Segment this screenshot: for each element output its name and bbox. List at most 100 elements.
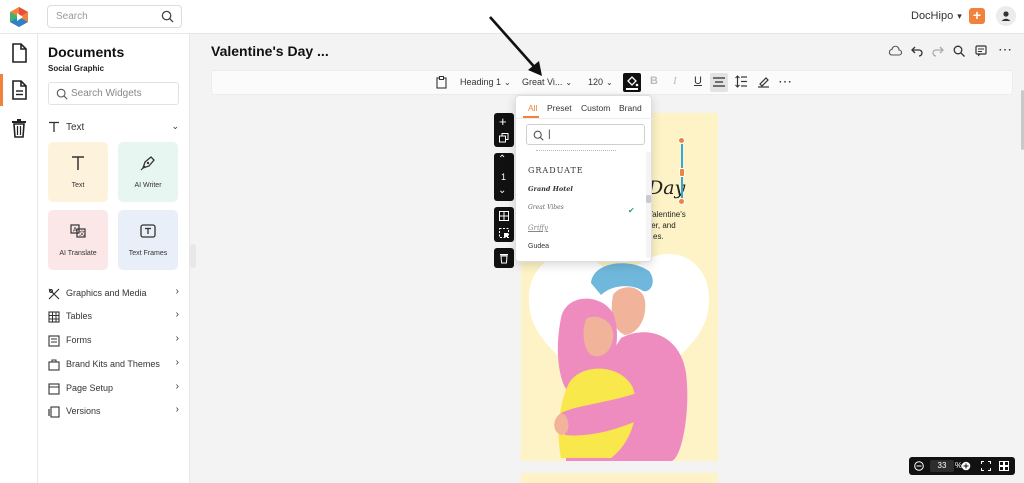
menu-forms[interactable]: Forms › xyxy=(48,333,179,349)
text-color-button[interactable] xyxy=(623,73,641,92)
text-frames-tile-label: Text Frames xyxy=(128,250,168,257)
widget-search-placeholder: Search Widgets xyxy=(71,88,142,99)
pen-icon xyxy=(118,154,178,175)
tab-brand[interactable]: Brand xyxy=(619,103,642,113)
italic-icon[interactable]: I xyxy=(673,75,677,87)
trash-icon[interactable] xyxy=(9,117,29,139)
translate-icon: A文 xyxy=(48,222,108,243)
zoom-value[interactable]: 33 xyxy=(930,460,954,472)
menu-brand-kits-and-themes[interactable]: Brand Kits and Themes › xyxy=(48,357,179,373)
page-number: 1 xyxy=(501,172,507,182)
font-option-grand-hotel[interactable]: Grand Hotel xyxy=(528,185,646,193)
add-page-icon[interactable]: + xyxy=(499,114,507,129)
brand-kit-icon xyxy=(48,359,60,371)
fit-screen-icon[interactable] xyxy=(981,461,991,471)
chevron-right-icon: › xyxy=(175,309,179,320)
create-new-button[interactable]: + xyxy=(969,8,985,24)
global-search-placeholder: Search xyxy=(56,11,88,22)
user-icon xyxy=(1001,11,1011,21)
undo-icon[interactable] xyxy=(911,45,923,60)
search-icon[interactable] xyxy=(953,45,965,60)
brand-name: DocHipo xyxy=(911,10,954,22)
bold-icon[interactable]: B xyxy=(650,75,658,87)
ai-translate-tile[interactable]: A文 AI Translate xyxy=(48,210,108,270)
chevron-down-icon: ⌄ xyxy=(171,121,179,131)
format-toolbar: Heading 1 ⌄ Great Vi... ⌄ 120 ⌄ B I U ⋯ xyxy=(211,70,1013,95)
redo-icon[interactable] xyxy=(932,45,944,60)
user-avatar-button[interactable] xyxy=(996,6,1016,26)
document-icon[interactable] xyxy=(9,42,29,64)
text-frame-icon xyxy=(118,222,178,243)
layout-tools xyxy=(494,207,514,242)
chevron-right-icon: › xyxy=(175,404,179,415)
align-center-icon[interactable] xyxy=(710,73,728,92)
underline-icon[interactable]: U xyxy=(694,75,702,87)
text-icon xyxy=(48,154,108,175)
comment-icon[interactable] xyxy=(975,45,987,60)
text-tile[interactable]: Text xyxy=(48,142,108,202)
zoom-in-icon[interactable] xyxy=(961,461,971,471)
font-search-input[interactable]: | xyxy=(526,124,645,145)
search-icon[interactable] xyxy=(161,10,174,23)
page-up-icon[interactable]: ⌃ xyxy=(498,154,506,165)
global-search-input[interactable]: Search xyxy=(47,5,182,28)
panel-subtitle: Social Graphic xyxy=(48,64,105,73)
resize-handle[interactable] xyxy=(678,137,685,144)
heading-text-fragment[interactable]: Day xyxy=(648,177,685,199)
text-cursor: | xyxy=(548,129,551,140)
menu-label: Tables xyxy=(66,311,93,321)
left-rail xyxy=(0,34,38,483)
menu-label: Page Setup xyxy=(66,383,114,393)
document-title[interactable]: Valentine's Day ... xyxy=(211,43,329,59)
tab-all[interactable]: All xyxy=(528,103,537,113)
line-height-icon[interactable] xyxy=(735,75,748,90)
chevron-right-icon: › xyxy=(175,286,179,297)
zoom-out-icon[interactable] xyxy=(914,461,924,471)
page-down-icon[interactable]: ⌄ xyxy=(498,185,506,196)
grid-icon[interactable] xyxy=(499,211,509,221)
font-size-value: 120 xyxy=(588,77,604,87)
graphics-icon xyxy=(48,288,60,300)
font-option-graduate[interactable]: Graduate xyxy=(528,166,646,175)
trash-icon[interactable] xyxy=(499,252,509,264)
cloud-save-icon[interactable] xyxy=(888,45,903,60)
chevron-right-icon: › xyxy=(175,357,179,368)
menu-graphics-and-media[interactable]: Graphics and Media › xyxy=(48,286,179,302)
font-option-gudea[interactable]: Gudea xyxy=(528,243,646,250)
menu-tables[interactable]: Tables › xyxy=(48,309,179,325)
menu-versions[interactable]: Versions › xyxy=(48,404,179,420)
page-setup-icon xyxy=(48,383,60,395)
svg-text:文: 文 xyxy=(79,230,85,238)
font-list-scrollbar[interactable] xyxy=(646,152,651,258)
tab-preset[interactable]: Preset xyxy=(547,103,572,113)
select-area-icon[interactable] xyxy=(499,228,509,238)
text-section-header[interactable]: Text ⌄ xyxy=(48,120,179,136)
font-size-dropdown[interactable]: 120 ⌄ xyxy=(588,77,613,87)
clipboard-icon[interactable] xyxy=(436,76,447,91)
font-option-griffy[interactable]: Griffy xyxy=(528,224,646,232)
highlighter-icon[interactable] xyxy=(757,75,770,90)
resize-handle[interactable] xyxy=(678,198,685,205)
scrollbar-thumb[interactable] xyxy=(646,195,651,203)
page-grid-icon[interactable] xyxy=(999,461,1009,471)
next-design-page[interactable] xyxy=(521,473,718,483)
annotation-arrow-icon xyxy=(489,16,542,76)
more-options-icon[interactable]: ⋯ xyxy=(998,41,1012,58)
resize-handle[interactable] xyxy=(679,168,685,177)
rail-active-indicator xyxy=(0,74,3,106)
widget-search-input[interactable]: Search Widgets xyxy=(48,82,179,105)
tab-custom[interactable]: Custom xyxy=(581,103,610,113)
chevron-down-icon: ⌄ xyxy=(565,78,573,87)
text-frames-tile[interactable]: Text Frames xyxy=(118,210,178,270)
menu-label: Graphics and Media xyxy=(66,288,147,298)
ai-writer-tile[interactable]: AI Writer xyxy=(118,142,178,202)
duplicate-icon[interactable] xyxy=(499,133,509,143)
text-style-dropdown[interactable]: Heading 1 ⌄ xyxy=(460,77,511,87)
font-family-dropdown[interactable]: Great Vi... ⌄ xyxy=(522,77,572,87)
dochipo-logo-icon[interactable] xyxy=(8,6,30,28)
more-options-icon[interactable]: ⋯ xyxy=(778,73,792,90)
account-menu[interactable]: DocHipo ▾ xyxy=(911,10,962,22)
panel-collapse-handle[interactable] xyxy=(190,244,196,268)
menu-page-setup[interactable]: Page Setup › xyxy=(48,381,179,397)
widgets-icon[interactable] xyxy=(9,79,29,101)
